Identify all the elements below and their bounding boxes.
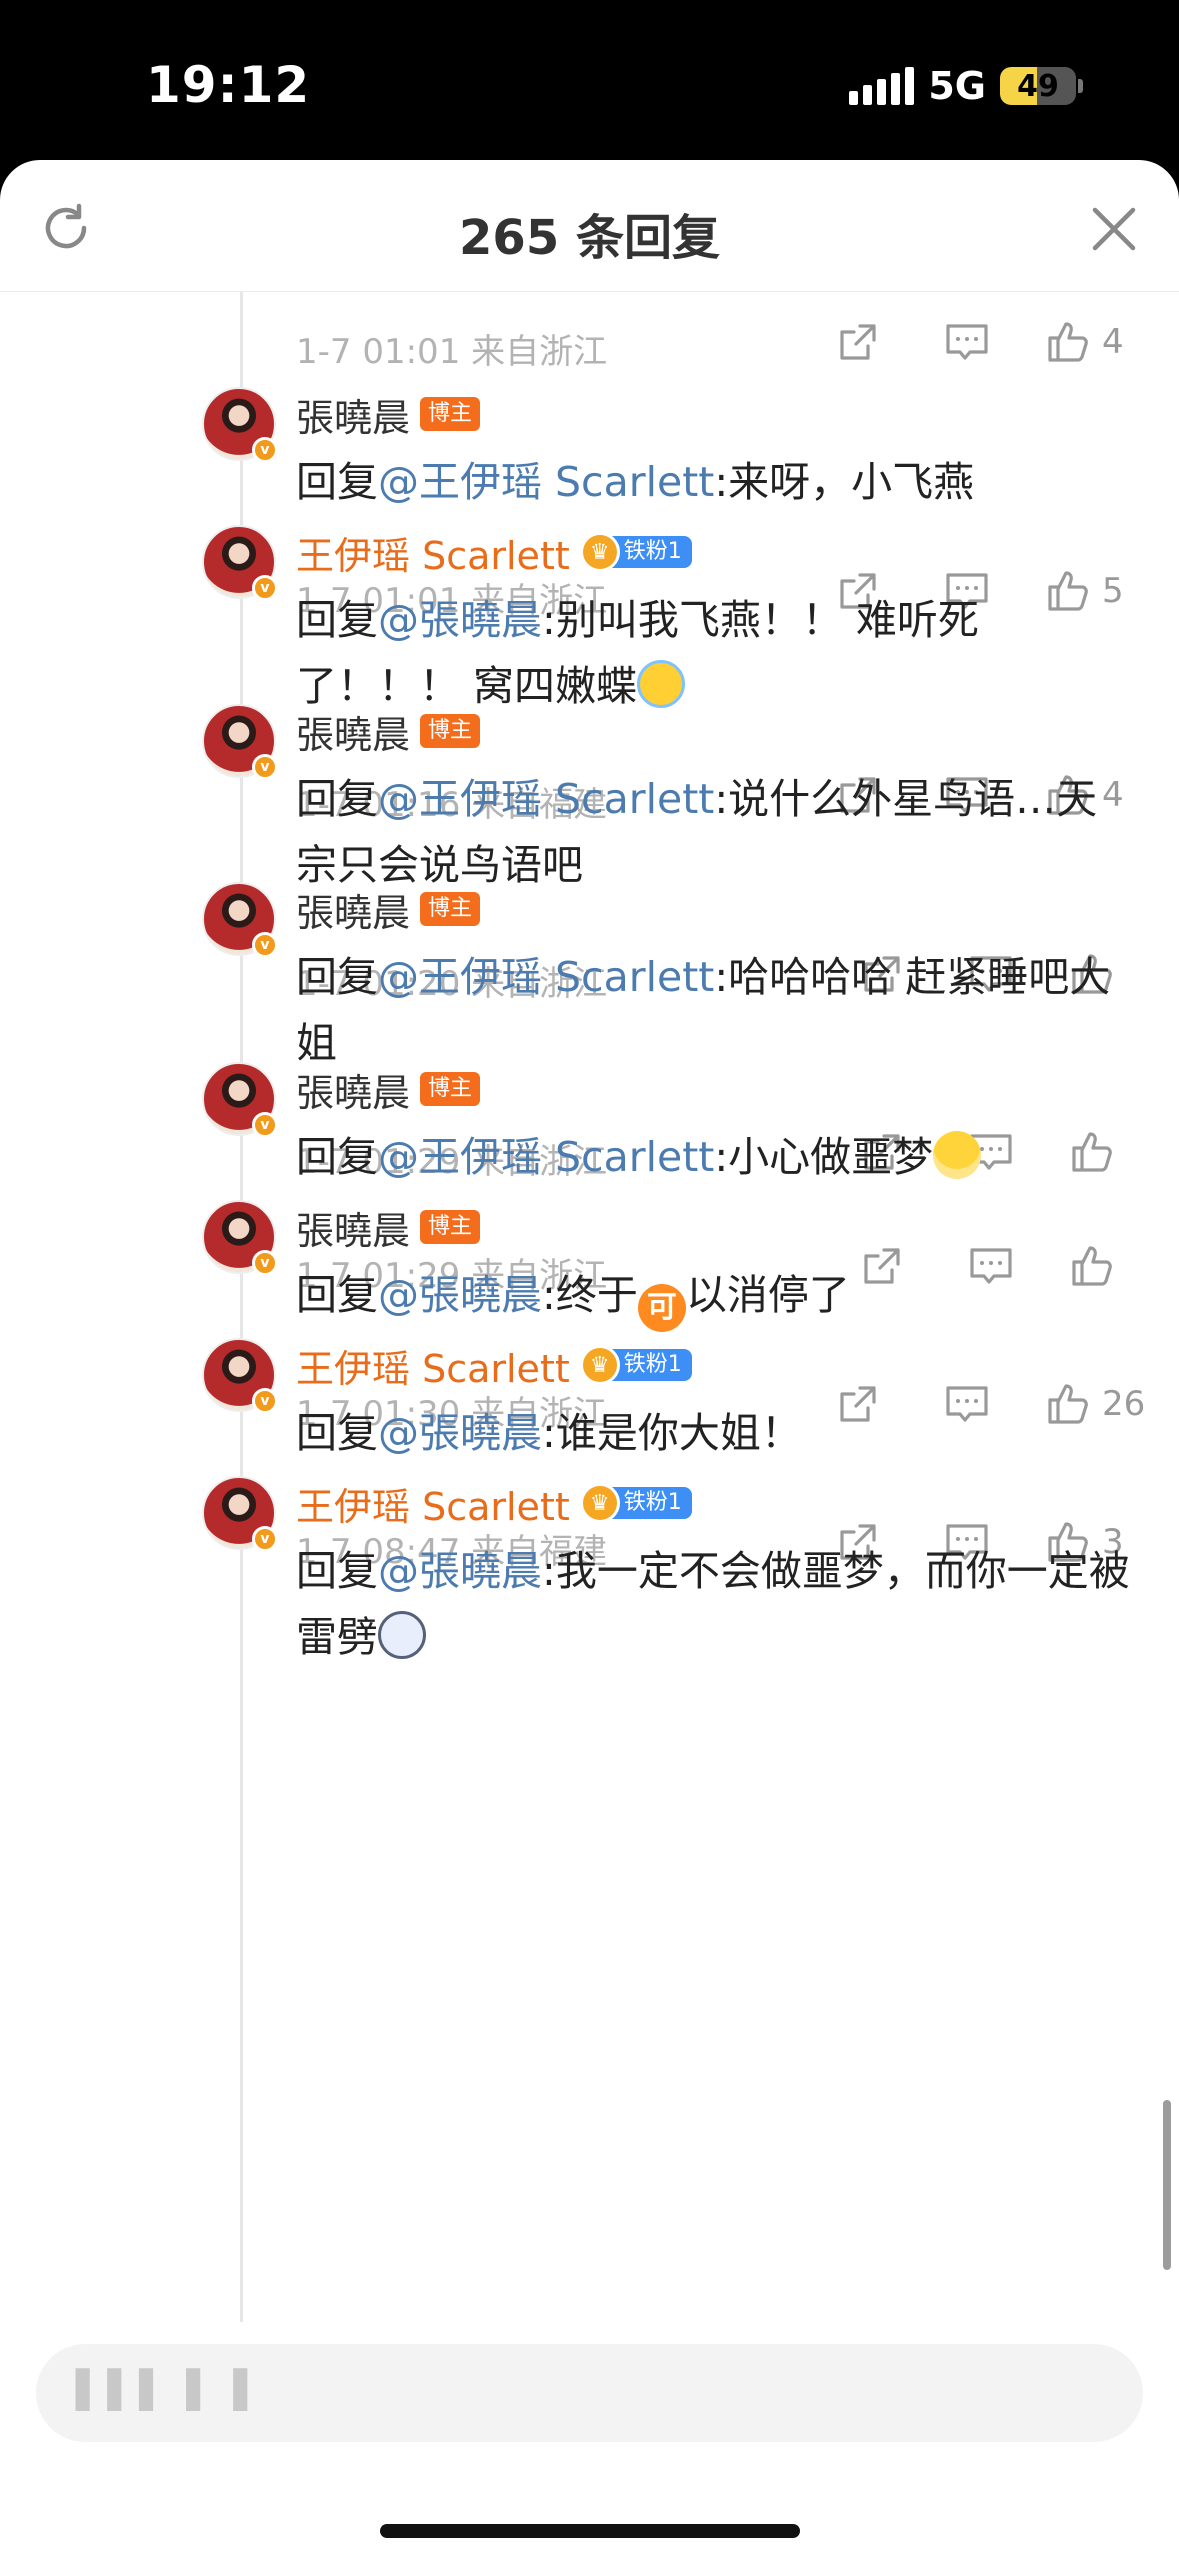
mention-link[interactable]: @張曉晨 <box>378 1547 542 1595</box>
status-time: 19:12 <box>146 56 311 114</box>
comment-body: :来呀，小飞燕 <box>714 458 975 506</box>
verified-icon: v <box>252 437 278 463</box>
verified-icon: v <box>252 575 278 601</box>
mention-link[interactable]: @張曉晨 <box>378 596 542 644</box>
verified-icon: v <box>252 932 278 958</box>
mention-link[interactable]: @王伊瑶 Scarlett <box>378 953 714 1001</box>
like-count: 4 <box>1102 322 1124 362</box>
verified-icon: v <box>252 1250 278 1276</box>
host-badge: 博主 <box>420 1072 481 1106</box>
mention-link[interactable]: @王伊瑶 Scarlett <box>378 1133 714 1181</box>
reply-prefix: 回复 <box>296 1133 378 1181</box>
username[interactable]: 張曉晨 <box>296 387 410 442</box>
status-bar: 19:12 5G 49 <box>0 0 1179 160</box>
reply-prefix: 回复 <box>296 1409 378 1457</box>
reply-prefix: 回复 <box>296 1271 378 1319</box>
share-icon <box>840 324 876 360</box>
comment-body: :小心做噩梦 <box>714 1133 934 1181</box>
home-indicator[interactable] <box>380 2524 800 2538</box>
comment-icon <box>946 324 988 360</box>
comment-body-rest: 以消停了 <box>685 1271 850 1319</box>
mention-link[interactable]: @張曉晨 <box>378 1271 542 1319</box>
comment-header: 張曉晨 博主 <box>296 882 481 937</box>
verified-icon: v <box>252 1112 278 1138</box>
reply-prefix: 回复 <box>296 596 378 644</box>
comment-header: 張曉晨 博主 <box>296 1062 481 1117</box>
status-indicators: 5G 49 <box>849 64 1083 108</box>
mention-link[interactable]: @王伊瑶 Scarlett <box>378 458 714 506</box>
ke-emoji: 可 <box>637 1284 686 1332</box>
comment-list: 1-7 01:01 来自浙江 4 v 張曉晨 博主 回复@王伊瑶 Scarlet… <box>0 292 1179 2482</box>
grin-emoji <box>933 1131 982 1179</box>
comment-text: 回复@王伊瑶 Scarlett:来呀，小飞燕 <box>296 449 1136 515</box>
verified-icon: v <box>252 1526 278 1552</box>
reply-prefix: 回复 <box>296 458 378 506</box>
fan-badge: ♛ 铁粉1 <box>579 1483 692 1523</box>
comment-button[interactable] <box>944 312 990 372</box>
username[interactable]: 張曉晨 <box>296 1200 410 1255</box>
mention-link[interactable]: @王伊瑶 Scarlett <box>378 775 714 823</box>
reply-input[interactable]: ▌▌▌ ▌ ▌ <box>36 2344 1143 2442</box>
comment-header: 張曉晨 博主 <box>296 1200 481 1255</box>
comment-header: 王伊瑶 Scarlett ♛ 铁粉1 <box>296 1338 692 1393</box>
replies-sheet: 265 条回复 1-7 01:01 来自浙江 4 v 張曉晨 博主 回复@王伊瑶… <box>0 160 1179 2556</box>
battery-icon: 49 <box>1000 67 1076 105</box>
sheet-header: 265 条回复 <box>0 160 1179 292</box>
verified-icon: v <box>252 1388 278 1414</box>
host-badge: 博主 <box>420 397 481 431</box>
comment-time-location: 1-7 01:01 来自浙江 <box>296 332 608 372</box>
mention-link[interactable]: @張曉晨 <box>378 1409 542 1457</box>
fan-badge-label: 铁粉1 <box>609 1487 692 1519</box>
network-type: 5G <box>928 64 986 108</box>
dizzy-emoji <box>378 1611 426 1659</box>
comment-text: 回复@王伊瑶 Scarlett:小心做噩梦 <box>296 1124 1136 1190</box>
fan-badge: ♛ 铁粉1 <box>579 1345 692 1385</box>
thumbs-up-icon <box>1048 322 1088 362</box>
laugh-cry-emoji <box>637 660 686 708</box>
username[interactable]: 王伊瑶 Scarlett <box>296 525 570 580</box>
reply-prefix: 回复 <box>296 953 378 1001</box>
crown-icon: ♛ <box>579 532 620 572</box>
username[interactable]: 王伊瑶 Scarlett <box>296 1476 570 1531</box>
reply-prefix: 回复 <box>296 1547 378 1595</box>
username[interactable]: 張曉晨 <box>296 1062 410 1117</box>
like-button[interactable]: 4 <box>1044 312 1124 372</box>
fan-badge-label: 铁粉1 <box>609 536 692 568</box>
comment-meta: 1-7 01:01 来自浙江 4 <box>296 312 1136 372</box>
verified-icon: v <box>252 754 278 780</box>
battery-cap <box>1078 79 1083 93</box>
comment-text: 回复@張曉晨:我一定不会做噩梦，而你一定被雷劈 <box>296 1538 1136 1670</box>
bottom-bar: ▌▌▌ ▌ ▌ <box>0 2322 1179 2556</box>
fan-badge-label: 铁粉1 <box>609 1349 692 1381</box>
share-button[interactable] <box>836 312 880 372</box>
comment-text: 回复@張曉晨:终于可以消停了 <box>296 1262 1136 1332</box>
scrollbar[interactable] <box>1163 2100 1171 2270</box>
host-badge: 博主 <box>420 714 481 748</box>
host-badge: 博主 <box>420 1210 481 1244</box>
comment-header: 王伊瑶 Scarlett ♛ 铁粉1 <box>296 525 692 580</box>
username[interactable]: 張曉晨 <box>296 704 410 759</box>
signal-icon <box>849 67 915 105</box>
crown-icon: ♛ <box>579 1483 620 1523</box>
fan-badge: ♛ 铁粉1 <box>579 532 692 572</box>
comment-body: :谁是你大姐！ <box>542 1409 802 1457</box>
crown-icon: ♛ <box>579 1345 620 1385</box>
comment-header: 王伊瑶 Scarlett ♛ 铁粉1 <box>296 1476 692 1531</box>
comment-text: 回复@張曉晨:别叫我飞燕！！ 难听死了！！！ 窝四嫩蝶 <box>296 587 1136 719</box>
username[interactable]: 張曉晨 <box>296 882 410 937</box>
comment-text: 回复@王伊瑶 Scarlett:哈哈哈哈 赶紧睡吧大姐 <box>296 944 1136 1076</box>
comment-header: 張曉晨 博主 <box>296 704 481 759</box>
username[interactable]: 王伊瑶 Scarlett <box>296 1338 570 1393</box>
comment-text: 回复@張曉晨:谁是你大姐！ <box>296 1400 1136 1466</box>
reply-input-placeholder: ▌▌▌ ▌ ▌ <box>76 2370 266 2411</box>
comment-body: :终于 <box>542 1271 638 1319</box>
page-title: 265 条回复 <box>459 210 720 266</box>
host-badge: 博主 <box>420 892 481 926</box>
comment-header: 張曉晨 博主 <box>296 387 481 442</box>
comment-text: 回复@王伊瑶 Scarlett:说什么外星鸟语…天宗只会说鸟语吧 <box>296 766 1136 898</box>
battery-level: 49 <box>1017 69 1059 104</box>
close-icon[interactable] <box>1089 204 1139 254</box>
reply-prefix: 回复 <box>296 775 378 823</box>
